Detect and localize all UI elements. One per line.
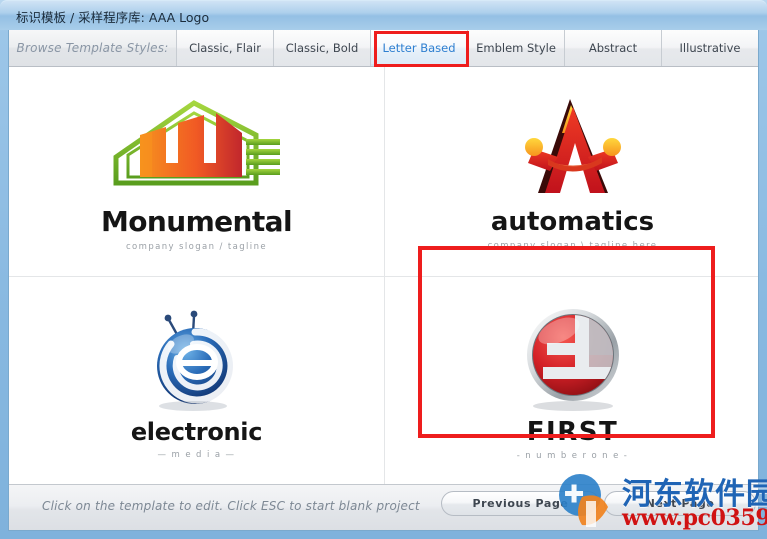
template-card-electronic[interactable]: electronic — m e d i a —	[9, 277, 384, 486]
template-tagline: - n u m b e r o n e -	[516, 450, 629, 461]
tab-abstract[interactable]: Abstract	[564, 30, 661, 66]
template-title: Monumental	[101, 205, 293, 238]
browse-template-styles-label: Browse Template Styles:	[16, 41, 169, 55]
tab-emblem-style[interactable]: Emblem Style	[467, 30, 564, 66]
application-window: 标识模板 / 采样程序库: AAA Logo Browse Template S…	[0, 0, 767, 539]
title-bar: 标识模板 / 采样程序库: AAA Logo	[0, 0, 767, 30]
tab-classic-bold[interactable]: Classic, Bold	[273, 30, 370, 66]
tab-classic-flair[interactable]: Classic, Flair	[176, 30, 273, 66]
template-tagline: — m e d i a —	[157, 449, 236, 460]
template-tagline: company slogan \ tagline here	[487, 240, 658, 251]
template-title: electronic	[130, 417, 263, 446]
template-card-automatics[interactable]: automatics company slogan \ tagline here	[385, 67, 758, 276]
previous-page-button[interactable]: Previous Page	[441, 491, 600, 516]
sphere-e-icon	[131, 304, 261, 416]
window-title: 标识模板 / 采样程序库: AAA Logo	[16, 10, 210, 25]
template-card-monumental[interactable]: Monumental company slogan / tagline	[9, 67, 384, 276]
tab-illustrative[interactable]: Illustrative	[661, 30, 758, 66]
letter-a-icon	[498, 93, 648, 205]
template-card-first[interactable]: FIRST - n u m b e r o n e -	[385, 277, 758, 486]
monumental-building-icon	[106, 91, 286, 203]
template-title: FIRST	[526, 416, 619, 447]
template-title: automatics	[490, 206, 655, 237]
circle-one-badge-icon	[513, 303, 633, 415]
template-style-tabstrip: Browse Template Styles: Classic, Flair C…	[9, 30, 758, 67]
client-area: Browse Template Styles: Classic, Flair C…	[8, 30, 759, 531]
footer-hint-text: Click on the template to edit. Click ESC…	[42, 499, 420, 513]
next-page-button[interactable]: Next Page	[604, 491, 756, 516]
tab-letter-based[interactable]: Letter Based	[370, 30, 467, 66]
template-tagline: company slogan / tagline	[125, 242, 267, 252]
template-grid: Monumental company slogan / tagline auto…	[9, 67, 758, 486]
